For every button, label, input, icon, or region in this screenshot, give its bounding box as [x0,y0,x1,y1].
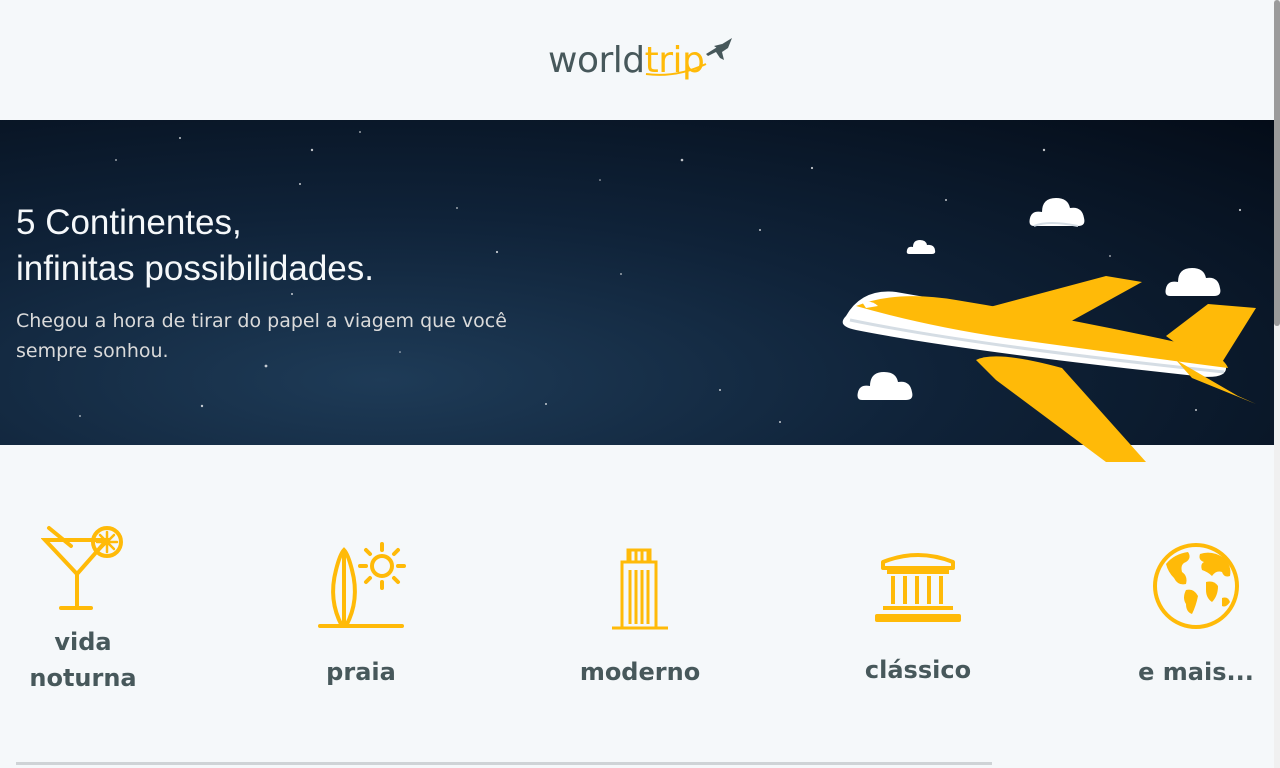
travel-type-praia[interactable]: praia [276,510,446,690]
scrollbar-thumb[interactable] [1274,0,1280,326]
travel-type-moderno[interactable]: moderno [555,510,725,690]
cocktail-icon [40,526,123,610]
surfboard-sun-icon [318,542,406,628]
travel-type-label: moderno [579,658,701,686]
header: worldtrip [0,0,1280,120]
travel-type-classico[interactable]: clássico [833,510,1003,688]
travel-type-label: praia [326,658,396,686]
globe-icon [1153,543,1239,629]
museum-icon [875,553,961,622]
travel-type-label: clássico [864,656,972,684]
banner-subtitle: Chegou a hora de tirar do papel a viagem… [16,310,507,362]
section-divider [16,762,992,765]
worldtrip-logo[interactable]: worldtrip [546,34,736,86]
travel-type-vida-noturna[interactable]: vida noturna [0,510,168,696]
building-icon [612,548,668,630]
travel-types: vida noturna praia moderno clássico e ma… [0,510,1274,720]
logo-airplane-icon [645,38,732,76]
airplane-illustration [842,276,1256,462]
banner-title: 5 Continentes, infinitas possibilidades. [16,203,374,288]
travel-type-label: e mais... [1138,658,1254,686]
travel-type-label: vida noturna [29,628,137,692]
cloud-icon [1029,198,1085,227]
travel-type-e-mais[interactable]: e mais... [1111,510,1280,690]
cloud-icon [906,240,936,254]
